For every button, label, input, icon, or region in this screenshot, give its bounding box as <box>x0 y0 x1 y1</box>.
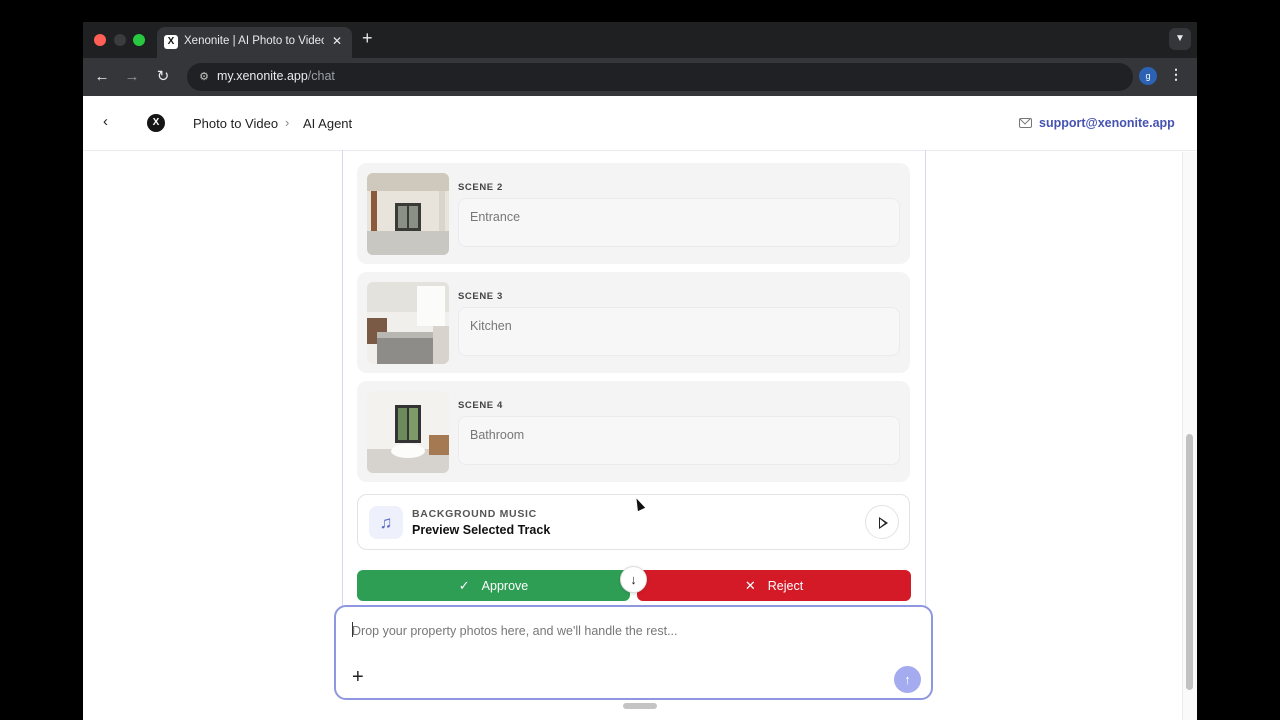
chat-input[interactable] <box>352 621 892 641</box>
app-header: ‹ X Photo to Video › AI Agent support@xe… <box>83 96 1197 151</box>
resize-handle[interactable] <box>623 703 657 709</box>
add-attachment-button[interactable]: + <box>352 667 364 687</box>
back-button[interactable]: ← <box>91 66 113 88</box>
scene-thumbnail[interactable] <box>367 173 449 255</box>
browser-tab[interactable]: X Xenonite | AI Photo to Video S ✕ <box>157 27 352 58</box>
site-info-icon[interactable]: ⚙ <box>196 69 212 85</box>
url-host: my.xenonite.app <box>217 69 308 83</box>
address-bar[interactable]: ⚙ my.xenonite.app/chat ☆ <box>187 63 1133 91</box>
music-track-title: Preview Selected Track <box>412 523 551 537</box>
scrollbar-thumb[interactable] <box>1186 434 1193 690</box>
scene-card: SCENE 2 Entrance <box>357 163 910 264</box>
scene-card: SCENE 4 Bathroom <box>357 381 910 482</box>
close-window-button[interactable] <box>94 34 106 46</box>
scene-name-value: Entrance <box>470 210 521 224</box>
profile-avatar[interactable]: g <box>1139 67 1157 85</box>
maximize-window-button[interactable] <box>133 34 145 46</box>
new-tab-button[interactable]: + <box>362 28 373 49</box>
reload-button[interactable]: ↻ <box>152 66 174 88</box>
scroll-to-bottom-button[interactable]: ↓ <box>620 566 647 593</box>
minimize-window-button[interactable] <box>114 34 126 46</box>
scene-name-value: Bathroom <box>470 428 525 442</box>
scene-name-field[interactable]: Bathroom <box>458 416 900 465</box>
music-note-icon: ♫ <box>369 506 403 539</box>
browser-menu-icon[interactable]: ⋮ <box>1169 66 1183 83</box>
tab-strip: X Xenonite | AI Photo to Video S ✕ + ▼ <box>83 22 1197 58</box>
approve-label: Approve <box>481 579 529 593</box>
browser-window: X Xenonite | AI Photo to Video S ✕ + ▼ ←… <box>83 22 1197 720</box>
scene-label: SCENE 2 <box>458 182 503 193</box>
music-section-label: BACKGROUND MUSIC <box>412 508 537 520</box>
back-chevron-icon[interactable]: ‹ <box>103 113 108 130</box>
scene-name-field[interactable]: Entrance <box>458 198 900 247</box>
breadcrumb-ai-agent: AI Agent <box>303 116 353 131</box>
chat-content: SCENE 2 Entrance SCENE 3 Kitchen SCENE 4… <box>83 150 1197 720</box>
browser-toolbar: ← → ↻ ⚙ my.xenonite.app/chat ☆ g ⋮ <box>83 58 1197 96</box>
scene-name-field[interactable]: Kitchen <box>458 307 900 356</box>
tab-search-button[interactable]: ▼ <box>1169 28 1191 50</box>
close-icon: ✕ <box>744 578 756 593</box>
support-email-link[interactable]: support@xenonite.app <box>1039 116 1175 130</box>
send-button[interactable]: ↑ <box>894 666 921 693</box>
breadcrumb-separator-icon: › <box>285 115 290 130</box>
scene-label: SCENE 4 <box>458 400 503 411</box>
reject-button[interactable]: ✕ Reject <box>637 570 911 601</box>
scene-card: SCENE 3 Kitchen <box>357 272 910 373</box>
url-text: my.xenonite.app/chat <box>217 69 335 83</box>
app-logo[interactable]: X <box>147 114 165 132</box>
scene-thumbnail[interactable] <box>367 391 449 473</box>
reject-label: Reject <box>767 579 804 593</box>
tab-title: Xenonite | AI Photo to Video S <box>184 35 324 47</box>
page-scrollbar[interactable] <box>1182 152 1197 720</box>
close-tab-icon[interactable]: ✕ <box>332 34 342 48</box>
approve-button[interactable]: ✓ Approve <box>357 570 630 601</box>
url-path: /chat <box>307 69 335 83</box>
breadcrumb-photo-to-video[interactable]: Photo to Video <box>193 116 278 131</box>
favicon-icon: X <box>164 35 178 49</box>
text-caret <box>352 622 353 637</box>
scene-thumbnail[interactable] <box>367 282 449 364</box>
forward-button[interactable]: → <box>121 66 143 88</box>
chat-composer: + ↑ <box>334 605 933 700</box>
play-track-button[interactable] <box>865 505 899 539</box>
check-icon: ✓ <box>458 578 470 593</box>
scene-label: SCENE 3 <box>458 291 503 302</box>
scene-name-value: Kitchen <box>470 319 512 333</box>
mail-icon <box>1019 118 1032 128</box>
